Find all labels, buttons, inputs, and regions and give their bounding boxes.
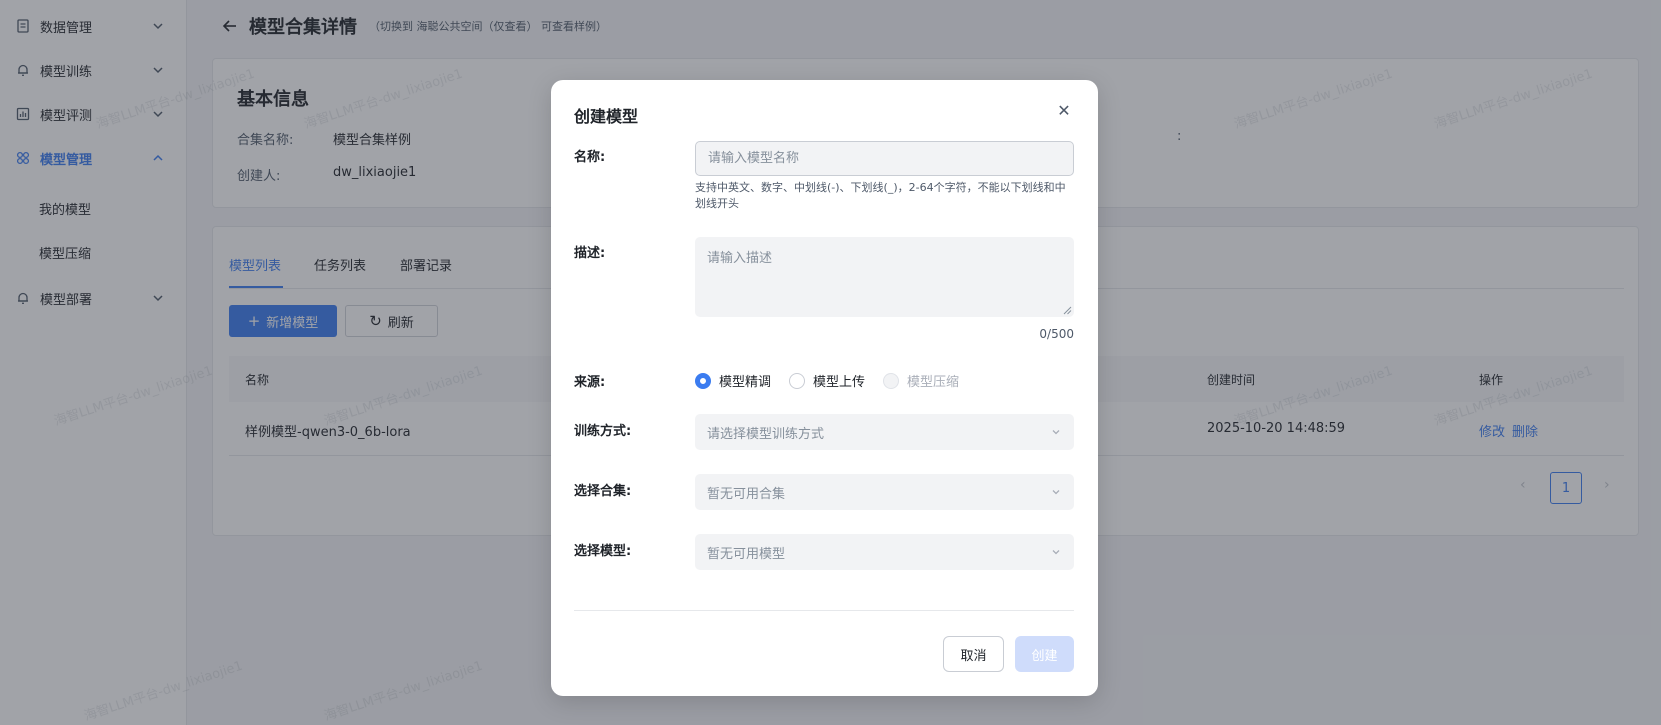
dialog-title: 创建模型: [574, 107, 639, 126]
radio-label: 模型精调: [719, 375, 772, 390]
chevron-down-icon: [1052, 430, 1060, 435]
training-method-select[interactable]: 请选择模型训练方式: [695, 414, 1074, 450]
name-label: 名称:: [574, 150, 606, 165]
select-placeholder: 暂无可用合集: [707, 486, 786, 502]
source-radio-finetune[interactable]: 模型精调: [695, 371, 771, 390]
close-icon[interactable]: ✕: [1056, 101, 1072, 120]
select-placeholder: 请选择模型训练方式: [707, 426, 825, 442]
chevron-down-icon: [1052, 550, 1060, 555]
model-select[interactable]: 暂无可用模型: [695, 534, 1074, 570]
cancel-button[interactable]: 取消: [943, 636, 1004, 672]
description-label: 描述:: [574, 246, 606, 261]
description-textarea[interactable]: [695, 237, 1074, 317]
radio-label: 模型上传: [813, 375, 866, 390]
resize-grip-icon[interactable]: [1063, 306, 1072, 315]
chevron-down-icon: [1052, 490, 1060, 495]
create-model-dialog: 创建模型 ✕ 名称: 支持中英文、数字、中划线(-)、下划线(_)，2-64个字…: [551, 80, 1098, 696]
source-label: 来源:: [574, 375, 606, 390]
model-name-input[interactable]: [695, 141, 1074, 176]
model-select-label: 选择模型:: [574, 544, 632, 559]
collection-select-label: 选择合集:: [574, 484, 632, 499]
source-radio-compression: 模型压缩: [883, 371, 959, 390]
collection-select[interactable]: 暂无可用合集: [695, 474, 1074, 510]
radio-label: 模型压缩: [907, 375, 960, 390]
dialog-footer-divider: [574, 610, 1074, 611]
radio-unchecked-icon: [789, 372, 805, 389]
name-help-text: 支持中英文、数字、中划线(-)、下划线(_)，2-64个字符，不能以下划线和中划…: [695, 181, 1066, 210]
radio-disabled-icon: [883, 372, 899, 389]
radio-checked-icon: [695, 372, 711, 389]
select-placeholder: 暂无可用模型: [707, 546, 786, 562]
description-char-count: 0/500: [1039, 327, 1074, 341]
create-button: 创建: [1015, 636, 1074, 672]
training-method-label: 训练方式:: [574, 424, 632, 439]
source-radio-upload[interactable]: 模型上传: [789, 371, 865, 390]
